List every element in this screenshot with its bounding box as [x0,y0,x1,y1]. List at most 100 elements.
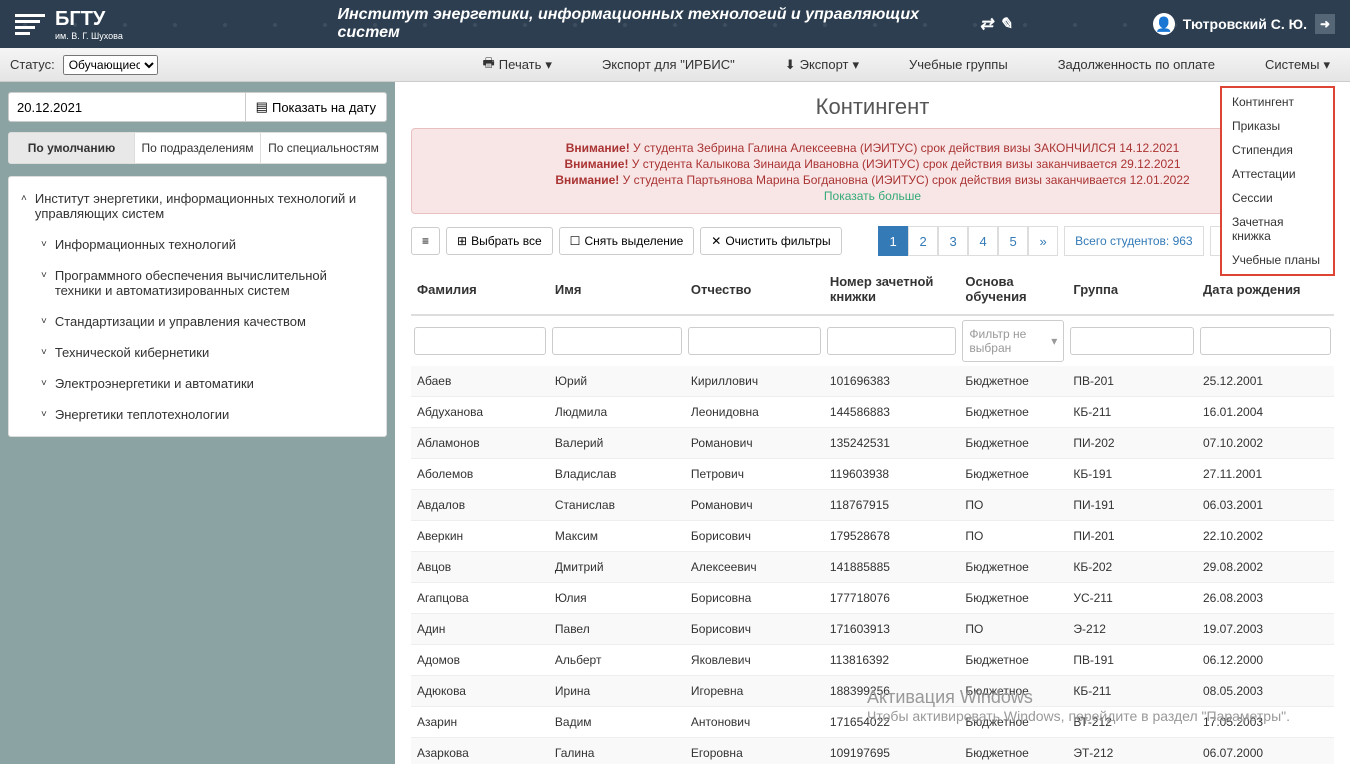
user-name[interactable]: Тютровский С. Ю. [1183,16,1307,32]
cell: Юрий [549,366,685,397]
tree-root[interactable]: ˄Институт энергетики, информационных тех… [9,183,386,229]
page-button[interactable]: 5 [998,226,1028,256]
table-row[interactable]: АвдаловСтаниславРоманович118767915ПОПИ-1… [411,490,1334,521]
dropdown-item[interactable]: Зачетная книжка [1222,210,1333,248]
col-patronymic[interactable]: Отчество [685,264,824,315]
cell: 144586883 [824,397,960,428]
col-group[interactable]: Группа [1067,264,1197,315]
cell: КБ-202 [1067,552,1197,583]
cell: Бюджетное [959,707,1067,738]
page-next-button[interactable]: » [1028,226,1058,256]
dropdown-item[interactable]: Стипендия [1222,138,1333,162]
tree-child[interactable]: ˅Электроэнергетики и автоматики [9,368,386,399]
col-firstname[interactable]: Имя [549,264,685,315]
dropdown-item[interactable]: Сессии [1222,186,1333,210]
show-more-link[interactable]: Показать больше [426,189,1319,203]
deselect-button[interactable]: ☐Снять выделение [559,227,695,255]
cell: 141885885 [824,552,960,583]
cell: Борисович [685,521,824,552]
cell: 171654022 [824,707,960,738]
tree-child[interactable]: ˅Программного обеспечения вычислительной… [9,260,386,306]
table-row[interactable]: АзаринВадимАнтонович171654022БюджетноеВТ… [411,707,1334,738]
table-row[interactable]: АзарковаГалинаЕгоровна109197695Бюджетное… [411,738,1334,764]
user-avatar-icon[interactable]: 👤 [1153,13,1175,35]
export-irbis-button[interactable]: Экспорт для "ИРБИС" [592,57,745,72]
cell: Вадим [549,707,685,738]
table-row[interactable]: АбдухановаЛюдмилаЛеонидовна144586883Бюдж… [411,397,1334,428]
page-button[interactable]: 2 [908,226,938,256]
cell: Кириллович [685,366,824,397]
page-button[interactable]: 3 [938,226,968,256]
dropdown-item[interactable]: Приказы [1222,114,1333,138]
table-row[interactable]: АгапцоваЮлияБорисовна177718076БюджетноеУ… [411,583,1334,614]
filter-firstname[interactable] [552,327,682,355]
page-title: Контингент [411,94,1334,120]
table-row[interactable]: АвцовДмитрийАлексеевич141885885Бюджетное… [411,552,1334,583]
cell: Романович [685,490,824,521]
debt-button[interactable]: Задолженность по оплате [1048,57,1225,72]
table-row[interactable]: АверкинМаксимБорисович179528678ПОПИ-2012… [411,521,1334,552]
tab-departments[interactable]: По подразделениям [135,133,261,163]
cell: 135242531 [824,428,960,459]
groups-button[interactable]: Учебные группы [899,57,1018,72]
cell: Павел [549,614,685,645]
filter-basis[interactable]: Фильтр не выбран▾ [962,320,1064,362]
col-basis[interactable]: Основа обучения [959,264,1067,315]
cell: Аверкин [411,521,549,552]
cell: Петрович [685,459,824,490]
logo-subtitle: им. В. Г. Шухова [55,31,123,41]
edit-icon[interactable]: ✎ [999,14,1012,34]
swap-icon[interactable]: ⇄ [980,14,993,34]
cell: Бюджетное [959,583,1067,614]
chevron-up-icon: ˄ [21,193,27,204]
chevron-down-icon: ˅ [41,409,47,420]
tree-child[interactable]: ˅Стандартизации и управления качеством [9,306,386,337]
logo[interactable]: БГТУ им. В. Г. Шухова [15,8,123,41]
cell: 19.07.2003 [1197,614,1334,645]
cell: Юлия [549,583,685,614]
cell: Валерий [549,428,685,459]
col-lastname[interactable]: Фамилия [411,264,549,315]
filter-lastname[interactable] [414,327,546,355]
select-all-button[interactable]: ⊞Выбрать все [446,227,553,255]
date-input[interactable] [8,92,246,122]
filter-group[interactable] [1070,327,1194,355]
tab-specialties[interactable]: По специальностям [261,133,386,163]
print-button[interactable]: 🖶Печать ▾ [473,54,562,76]
filter-recordbook[interactable] [827,327,957,355]
cell: Бюджетное [959,397,1067,428]
col-recordbook[interactable]: Номер зачетной книжки [824,264,960,315]
clear-filters-button[interactable]: ✕Очистить фильтры [700,227,841,255]
table-row[interactable]: АбаевЮрийКириллович101696383БюджетноеПВ-… [411,366,1334,397]
tree-child[interactable]: ˅Информационных технологий [9,229,386,260]
table-row[interactable]: АдюковаИринаИгоревна188399256БюджетноеКБ… [411,676,1334,707]
cell: Альберт [549,645,685,676]
cell: Людмила [549,397,685,428]
cell: Дмитрий [549,552,685,583]
logout-icon[interactable]: ➜ [1315,14,1335,34]
page-button[interactable]: 1 [878,226,908,256]
tree-child[interactable]: ˅Энергетики теплотехнологии [9,399,386,430]
cell: Адин [411,614,549,645]
cell: 17.05.2003 [1197,707,1334,738]
filter-patronymic[interactable] [688,327,821,355]
show-on-date-button[interactable]: ▤Показать на дату [246,92,387,122]
systems-button[interactable]: Системы ▾ [1255,57,1340,73]
filter-birthdate[interactable] [1200,327,1331,355]
table-row[interactable]: АдинПавелБорисович171603913ПОЭ-21219.07.… [411,614,1334,645]
cell: Бюджетное [959,552,1067,583]
tab-default[interactable]: По умолчанию [9,133,135,163]
cell: ПО [959,490,1067,521]
page-button[interactable]: 4 [968,226,998,256]
list-view-button[interactable]: ≡ [411,227,440,255]
dropdown-item[interactable]: Учебные планы [1222,248,1333,272]
table-row[interactable]: АболемовВладиславПетрович119603938Бюджет… [411,459,1334,490]
table-row[interactable]: АбламоновВалерийРоманович135242531Бюджет… [411,428,1334,459]
table-row[interactable]: АдомовАльбертЯковлевич113816392Бюджетное… [411,645,1334,676]
status-select[interactable]: Обучающиеся [63,55,158,75]
dropdown-item[interactable]: Аттестации [1222,162,1333,186]
export-button[interactable]: ⬇Экспорт ▾ [775,57,869,73]
department-tree: ˄Институт энергетики, информационных тех… [8,176,387,437]
dropdown-item[interactable]: Контингент [1222,90,1333,114]
tree-child[interactable]: ˅Технической кибернетики [9,337,386,368]
